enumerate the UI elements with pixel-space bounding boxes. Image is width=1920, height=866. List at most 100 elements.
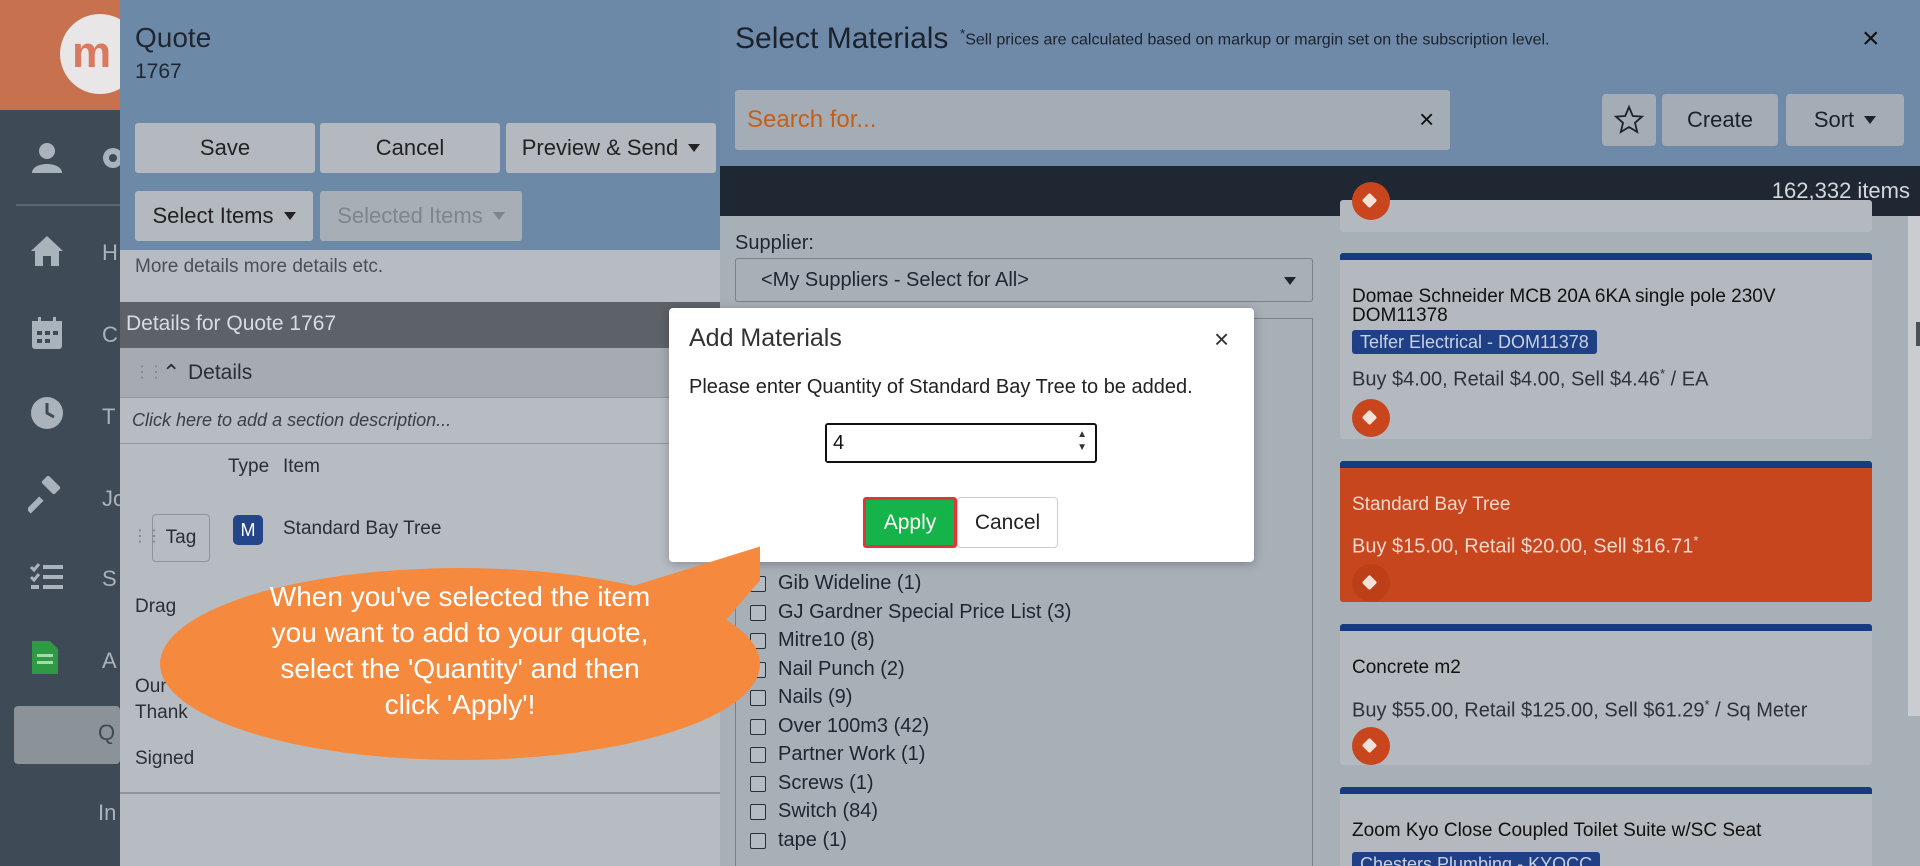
quote-toolbar: Save Cancel Preview & Send Select Items …: [120, 110, 720, 250]
sidebar-item-label[interactable]: H: [102, 240, 118, 266]
home-icon[interactable]: [28, 232, 66, 270]
sidebar-item-label[interactable]: A: [102, 648, 117, 674]
drag-handle-icon[interactable]: ⋮⋮: [134, 362, 164, 382]
cancel-button[interactable]: Cancel: [957, 497, 1058, 548]
filter-item[interactable]: Partner Work (1): [750, 743, 925, 766]
material-card-selected[interactable]: Standard Bay Tree Buy $15.00, Retail $20…: [1340, 461, 1872, 602]
material-name: Concrete m2: [1352, 657, 1461, 678]
filter-item[interactable]: Over 100m3 (42): [750, 715, 929, 738]
clear-search-icon[interactable]: ×: [1419, 104, 1434, 135]
checkbox[interactable]: [750, 832, 766, 849]
material-name: Standard Bay Tree: [1352, 494, 1511, 515]
note-text: Sell prices are calculated based on mark…: [965, 31, 1550, 49]
tag-icon[interactable]: [1352, 727, 1390, 765]
save-button[interactable]: Save: [135, 123, 315, 173]
divider: [120, 792, 720, 794]
quote-title: Quote: [135, 22, 212, 53]
supplier-select[interactable]: <My Suppliers - Select for All>: [735, 258, 1313, 302]
price-text: Buy $55.00, Retail $125.00, Sell $61.29: [1352, 699, 1705, 722]
material-card[interactable]: Zoom Kyo Close Coupled Toilet Suite w/SC…: [1340, 787, 1872, 866]
select-items-button[interactable]: Select Items: [135, 191, 313, 241]
spinner-icon[interactable]: ▲ ▼: [1077, 428, 1087, 454]
app-sidebar: m H C T Jo S A Q In: [0, 0, 140, 866]
filter-label: GJ Gardner Special Price List (3): [778, 601, 1072, 623]
cancel-label: Cancel: [974, 510, 1041, 534]
price-text: Buy $15.00, Retail $20.00, Sell $16.71: [1352, 535, 1694, 558]
selected-items-button[interactable]: Selected Items: [320, 191, 522, 241]
material-card[interactable]: [1340, 182, 1872, 232]
price-text: Buy $4.00, Retail $4.00, Sell $4.46: [1352, 368, 1660, 391]
cancel-button[interactable]: Cancel: [320, 123, 500, 173]
calendar-icon[interactable]: [28, 314, 66, 352]
selected-items-label: Selected Items: [337, 203, 483, 228]
filter-label: Partner Work (1): [778, 743, 926, 765]
filter-item[interactable]: Nails (9): [750, 686, 852, 709]
checkbox[interactable]: [750, 803, 766, 820]
filter-label: Mitre10 (8): [778, 629, 875, 651]
star-icon: [1613, 104, 1645, 134]
dialog-message: Please enter Quantity of Standard Bay Tr…: [689, 376, 1193, 398]
clock-icon[interactable]: [28, 394, 66, 432]
filter-item[interactable]: GJ Gardner Special Price List (3): [750, 601, 1071, 624]
material-card[interactable]: Domae Schneider MCB 20A 6KA single pole …: [1340, 253, 1872, 439]
scrollbar-thumb[interactable]: [1916, 322, 1920, 346]
close-icon[interactable]: ×: [1862, 22, 1880, 56]
sidebar-item-label[interactable]: T: [102, 404, 115, 430]
filter-item[interactable]: Switch (84): [750, 800, 878, 823]
callout-line: click 'Apply'!: [385, 689, 536, 720]
filter-label: Nail Punch (2): [778, 658, 905, 680]
dialog-title: Add Materials: [689, 324, 842, 352]
sell-price-note: *Sell prices are calculated based on mar…: [960, 26, 1550, 49]
favorite-button[interactable]: [1602, 94, 1656, 146]
close-icon[interactable]: ×: [1214, 324, 1229, 355]
section-label: Details: [188, 361, 253, 384]
apply-label: Apply: [883, 510, 937, 534]
search-input[interactable]: [735, 90, 1395, 150]
filter-item[interactable]: Screws (1): [750, 772, 874, 795]
section-header[interactable]: ⋮⋮ ⌃ Details: [120, 348, 720, 398]
callout-line: When you've selected the item: [270, 581, 650, 612]
user-icon[interactable]: [28, 139, 66, 177]
search-box: ×: [735, 90, 1450, 150]
filter-label: Over 100m3 (42): [778, 715, 930, 737]
sort-label: Sort: [1813, 107, 1855, 132]
document-icon[interactable]: [26, 638, 64, 676]
material-price: Buy $4.00, Retail $4.00, Sell $4.46* / E…: [1352, 366, 1708, 392]
quantity-input[interactable]: [827, 425, 1063, 461]
gear-icon[interactable]: [94, 139, 120, 177]
filter-item[interactable]: tape (1): [750, 829, 847, 852]
material-card[interactable]: Concrete m2 Buy $55.00, Retail $125.00, …: [1340, 624, 1872, 765]
chevron-up-icon[interactable]: ⌃: [162, 360, 180, 386]
materials-title: Select Materials: [735, 22, 949, 55]
sort-button[interactable]: Sort: [1786, 94, 1904, 146]
filter-item[interactable]: Mitre10 (8): [750, 629, 875, 652]
hammer-icon[interactable]: [28, 476, 66, 514]
column-header-item: Item: [283, 456, 320, 477]
details-header: Details for Quote 1767: [120, 302, 720, 348]
material-name: Domae Schneider MCB 20A 6KA single pole …: [1352, 286, 1776, 326]
create-button[interactable]: Create: [1662, 94, 1778, 146]
price-asterisk: *: [1693, 533, 1699, 548]
checkbox[interactable]: [750, 775, 766, 792]
tag-icon[interactable]: [1352, 182, 1390, 220]
sidebar-item-label[interactable]: In: [98, 800, 116, 826]
chevron-down-icon: [283, 212, 296, 220]
create-label: Create: [1686, 107, 1754, 132]
list-icon[interactable]: [28, 558, 66, 596]
sidebar-item-label[interactable]: S: [102, 566, 117, 592]
apply-button[interactable]: Apply: [863, 497, 957, 548]
tag-icon[interactable]: [1352, 564, 1390, 602]
sidebar-item-label[interactable]: Q: [98, 720, 115, 746]
quantity-stepper[interactable]: ▲▼: [825, 423, 1097, 463]
filter-item[interactable]: Nail Punch (2): [750, 658, 905, 681]
details-header-label: Details for Quote 1767: [126, 312, 337, 335]
callout-line: you want to add to your quote,: [272, 617, 649, 648]
supplier-badge: Chesters Plumbing - KYOCC: [1352, 852, 1601, 866]
preview-send-button[interactable]: Preview & Send: [506, 123, 716, 173]
scrollbar[interactable]: [1908, 216, 1920, 716]
filter-item[interactable]: Gib Wideline (1): [750, 572, 921, 595]
tag-icon[interactable]: [1352, 399, 1390, 437]
chevron-down-icon: [688, 144, 701, 152]
section-description[interactable]: Click here to add a section description.…: [120, 398, 720, 444]
sidebar-item-label[interactable]: C: [102, 322, 118, 348]
